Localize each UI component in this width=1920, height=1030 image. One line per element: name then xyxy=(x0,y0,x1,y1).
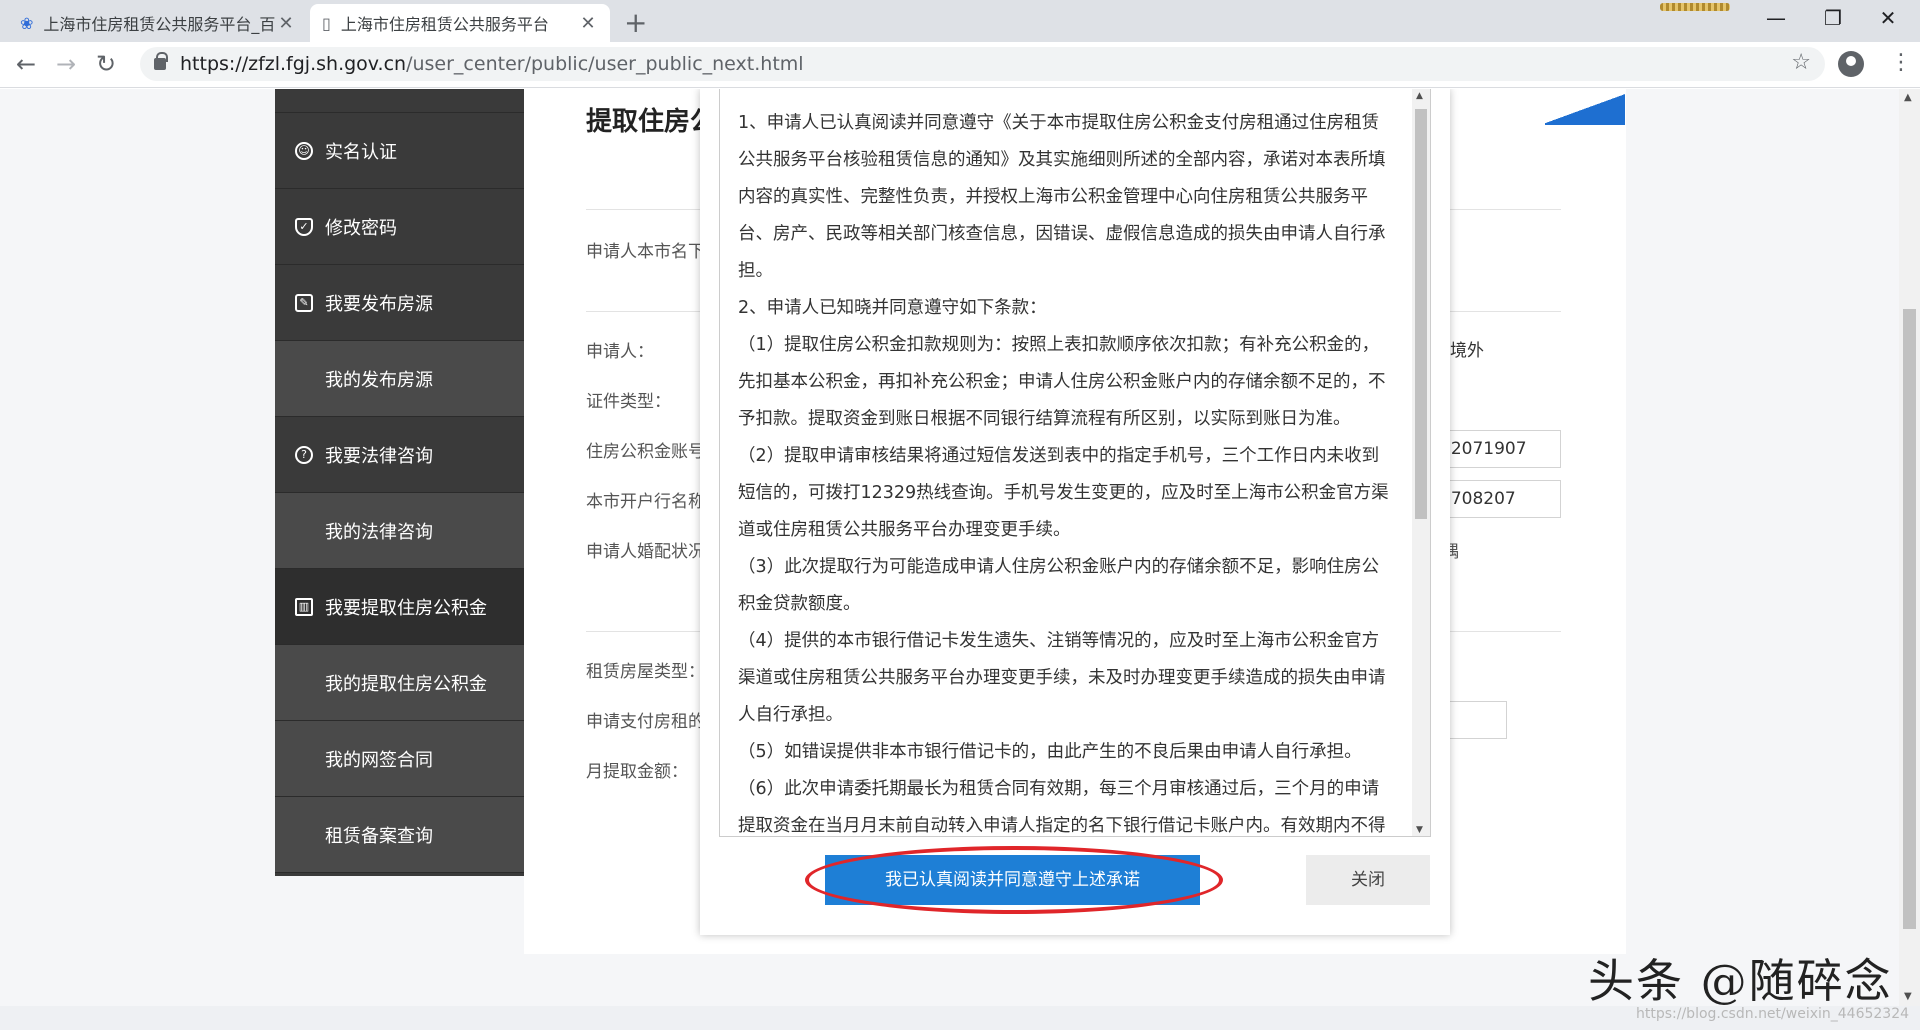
lock-icon xyxy=(154,52,168,70)
book-icon: ▥ xyxy=(295,597,313,616)
sidebar-item-label: 我要发布房源 xyxy=(325,293,433,315)
shield-icon: ✓ xyxy=(295,217,313,236)
sidebar-item-label: 实名认证 xyxy=(325,141,397,163)
paw-favicon-icon: ❀ xyxy=(20,13,34,33)
sidebar-item-label: 我要法律咨询 xyxy=(325,445,433,467)
commitment-paragraph: （5）如错误提供非本市银行借记卡的，由此产生的不良后果由申请人自行承担。 xyxy=(738,742,1362,762)
scroll-up-icon[interactable]: ▲ xyxy=(1904,92,1912,103)
commitment-paragraph: （1）提取住房公积金扣款规则为：按照上表扣款顺序依次扣款；有补充公积金的，先扣基… xyxy=(738,335,1386,429)
form-label: 申请人： xyxy=(586,342,654,362)
tab-title: 上海市住房租赁公共服务平台 xyxy=(340,15,549,34)
browser-tab-bar: ❀ 上海市住房租赁公共服务平台_百 ✕ ▯ 上海市住房租赁公共服务平台 ✕ + … xyxy=(0,0,1920,42)
question-icon: ? xyxy=(295,445,313,464)
watermark-url: https://blog.csdn.net/weixin_44652324 xyxy=(1636,1006,1910,1022)
sidebar-item-legal-consult[interactable]: ? 我要法律咨询 xyxy=(275,417,524,493)
page-title: 提取住房公 xyxy=(586,107,717,137)
commitment-text: 1、申请人已认真阅读并同意遵守《关于本市提取住房公积金支付房租通过住房租赁公共服… xyxy=(738,105,1392,836)
commitment-paragraph: 2、申请人已知晓并同意遵守如下条款： xyxy=(738,298,1047,318)
menu-icon[interactable]: ⋮ xyxy=(1890,50,1912,75)
commitment-paragraph: （6）此次申请委托期最长为租赁合同有效期，每三个月审核通过后，三个月的申请提取资… xyxy=(738,779,1386,836)
form-label: 申请支付房租的 xyxy=(586,712,705,732)
overseas-option[interactable]: 境外 xyxy=(1450,336,1484,361)
commitment-paragraph: 1、申请人已认真阅读并同意遵守《关于本市提取住房公积金支付房租通过住房租赁公共服… xyxy=(738,113,1386,281)
sidebar-item-my-legal-consult[interactable]: 我的法律咨询 xyxy=(275,493,524,569)
bank-account-value: 5708207 xyxy=(1440,489,1516,509)
sidebar-item-real-name[interactable]: ☺ 实名认证 xyxy=(275,113,524,189)
tab-close-icon[interactable]: ✕ xyxy=(276,13,296,34)
maximize-button[interactable]: ❐ xyxy=(1813,6,1853,30)
scroll-down-icon[interactable]: ▼ xyxy=(1904,991,1912,1002)
fund-account-value: 22071907 xyxy=(1440,439,1527,459)
edit-icon: ✎ xyxy=(295,293,313,312)
commitment-paragraph: （3）此次提取行为可能造成申请人住房公积金账户内的存储余额不足，影响住房公积金贷… xyxy=(738,557,1380,614)
sidebar-item-label: 我的提取住房公积金 xyxy=(325,673,487,695)
sidebar-item-label: 我的法律咨询 xyxy=(325,521,433,543)
user-circle-icon: ☺ xyxy=(295,141,313,160)
sidebar-item-publish-listing[interactable]: ✎ 我要发布房源 xyxy=(275,265,524,341)
page-scrollbar[interactable]: ▲ ▼ xyxy=(1899,89,1920,1030)
sidebar-item-my-listings[interactable]: 我的发布房源 xyxy=(275,341,524,417)
sidebar-item-lease-record-query[interactable]: 租赁备案查询 xyxy=(275,797,524,873)
url-path: /user_center/public/user_public_next.htm… xyxy=(406,53,804,75)
highlight-ring xyxy=(805,846,1223,914)
sidebar-item-label: 租赁备案查询 xyxy=(325,825,433,847)
bookmark-star-icon[interactable]: ☆ xyxy=(1791,50,1811,75)
scrollbar-thumb[interactable] xyxy=(1903,309,1916,929)
page-favicon-icon: ▯ xyxy=(322,13,331,33)
reload-icon[interactable]: ↻ xyxy=(96,50,116,78)
sidebar-item-label: 我要提取住房公积金 xyxy=(325,597,487,619)
url-input[interactable]: https://zfzl.fgj.sh.gov.cn/user_center/p… xyxy=(140,47,1825,81)
sidebar: ☺ 实名认证 ✓ 修改密码 ✎ 我要发布房源 我的发布房源 ? 我要法律咨询 我… xyxy=(275,89,524,876)
form-label: 证件类型： xyxy=(586,392,671,412)
watermark-text: 头条 @随碎念 xyxy=(1588,954,1893,1008)
commitment-dialog: 1、申请人已认真阅读并同意遵守《关于本市提取住房公积金支付房租通过住房租赁公共服… xyxy=(700,89,1450,935)
browser-decoration xyxy=(1660,3,1730,11)
form-label: 租赁房屋类型： xyxy=(586,662,705,682)
tab-title: 上海市住房租赁公共服务平台_百 xyxy=(43,15,276,34)
rent-field[interactable] xyxy=(1440,701,1507,739)
scrollbar-thumb[interactable] xyxy=(1415,109,1427,519)
sidebar-item-label: 我的网签合同 xyxy=(325,749,433,771)
sidebar-item-label: 我的发布房源 xyxy=(325,369,433,391)
minimize-button[interactable]: — xyxy=(1756,6,1796,30)
commitment-paragraph: （4）提供的本市银行借记卡发生遗失、注销等情况的，应及时至上海市公积金官方渠道或… xyxy=(738,631,1386,725)
account-icon[interactable] xyxy=(1838,51,1864,77)
form-label: 本市开户行名称 xyxy=(586,492,705,512)
sidebar-item-label: 修改密码 xyxy=(325,217,397,239)
url-host: https://zfzl.fgj.sh.gov.cn xyxy=(180,53,407,75)
forward-arrow-icon[interactable]: → xyxy=(56,50,76,78)
form-label: 申请人本市名下 xyxy=(586,242,705,262)
corner-ribbon-mask xyxy=(1505,89,1625,134)
sidebar-item-my-withdrawals[interactable]: 我的提取住房公积金 xyxy=(275,645,524,721)
commitment-text-box[interactable]: 1、申请人已认真阅读并同意遵守《关于本市提取住房公积金支付房租通过住房租赁公共服… xyxy=(719,89,1431,837)
back-arrow-icon[interactable]: ← xyxy=(16,50,36,78)
text-scrollbar[interactable]: ▲ ▼ xyxy=(1412,89,1430,836)
tab-close-icon[interactable]: ✕ xyxy=(578,13,598,34)
scroll-up-icon[interactable]: ▲ xyxy=(1416,91,1423,101)
browser-tab-active[interactable]: ▯ 上海市住房租赁公共服务平台 ✕ xyxy=(310,4,610,42)
browser-tab[interactable]: ❀ 上海市住房租赁公共服务平台_百 ✕ xyxy=(8,4,308,42)
bank-account-field[interactable]: 5708207 xyxy=(1440,480,1561,518)
close-button[interactable]: 关闭 xyxy=(1306,855,1430,905)
fund-account-field[interactable]: 22071907 xyxy=(1440,430,1561,468)
commitment-paragraph: （2）提取申请审核结果将通过短信发送到表中的指定手机号，三个工作日内未收到短信的… xyxy=(738,446,1389,540)
sidebar-item-change-password[interactable]: ✓ 修改密码 xyxy=(275,189,524,265)
form-label: 住房公积金账号 xyxy=(586,442,705,462)
sidebar-item-top xyxy=(275,89,524,113)
window-close-button[interactable]: ✕ xyxy=(1868,6,1908,30)
form-label: 月提取金额： xyxy=(586,762,688,782)
new-tab-button[interactable]: + xyxy=(624,6,647,39)
form-label: 申请人婚配状况 xyxy=(586,542,705,562)
scroll-down-icon[interactable]: ▼ xyxy=(1416,825,1423,835)
page-viewport: ☺ 实名认证 ✓ 修改密码 ✎ 我要发布房源 我的发布房源 ? 我要法律咨询 我… xyxy=(0,89,1920,1030)
sidebar-item-my-contracts[interactable]: 我的网签合同 xyxy=(275,721,524,797)
address-bar: ← → ↻ https://zfzl.fgj.sh.gov.cn/user_ce… xyxy=(0,42,1920,88)
sidebar-item-withdraw-fund[interactable]: ▥ 我要提取住房公积金 xyxy=(275,569,524,645)
